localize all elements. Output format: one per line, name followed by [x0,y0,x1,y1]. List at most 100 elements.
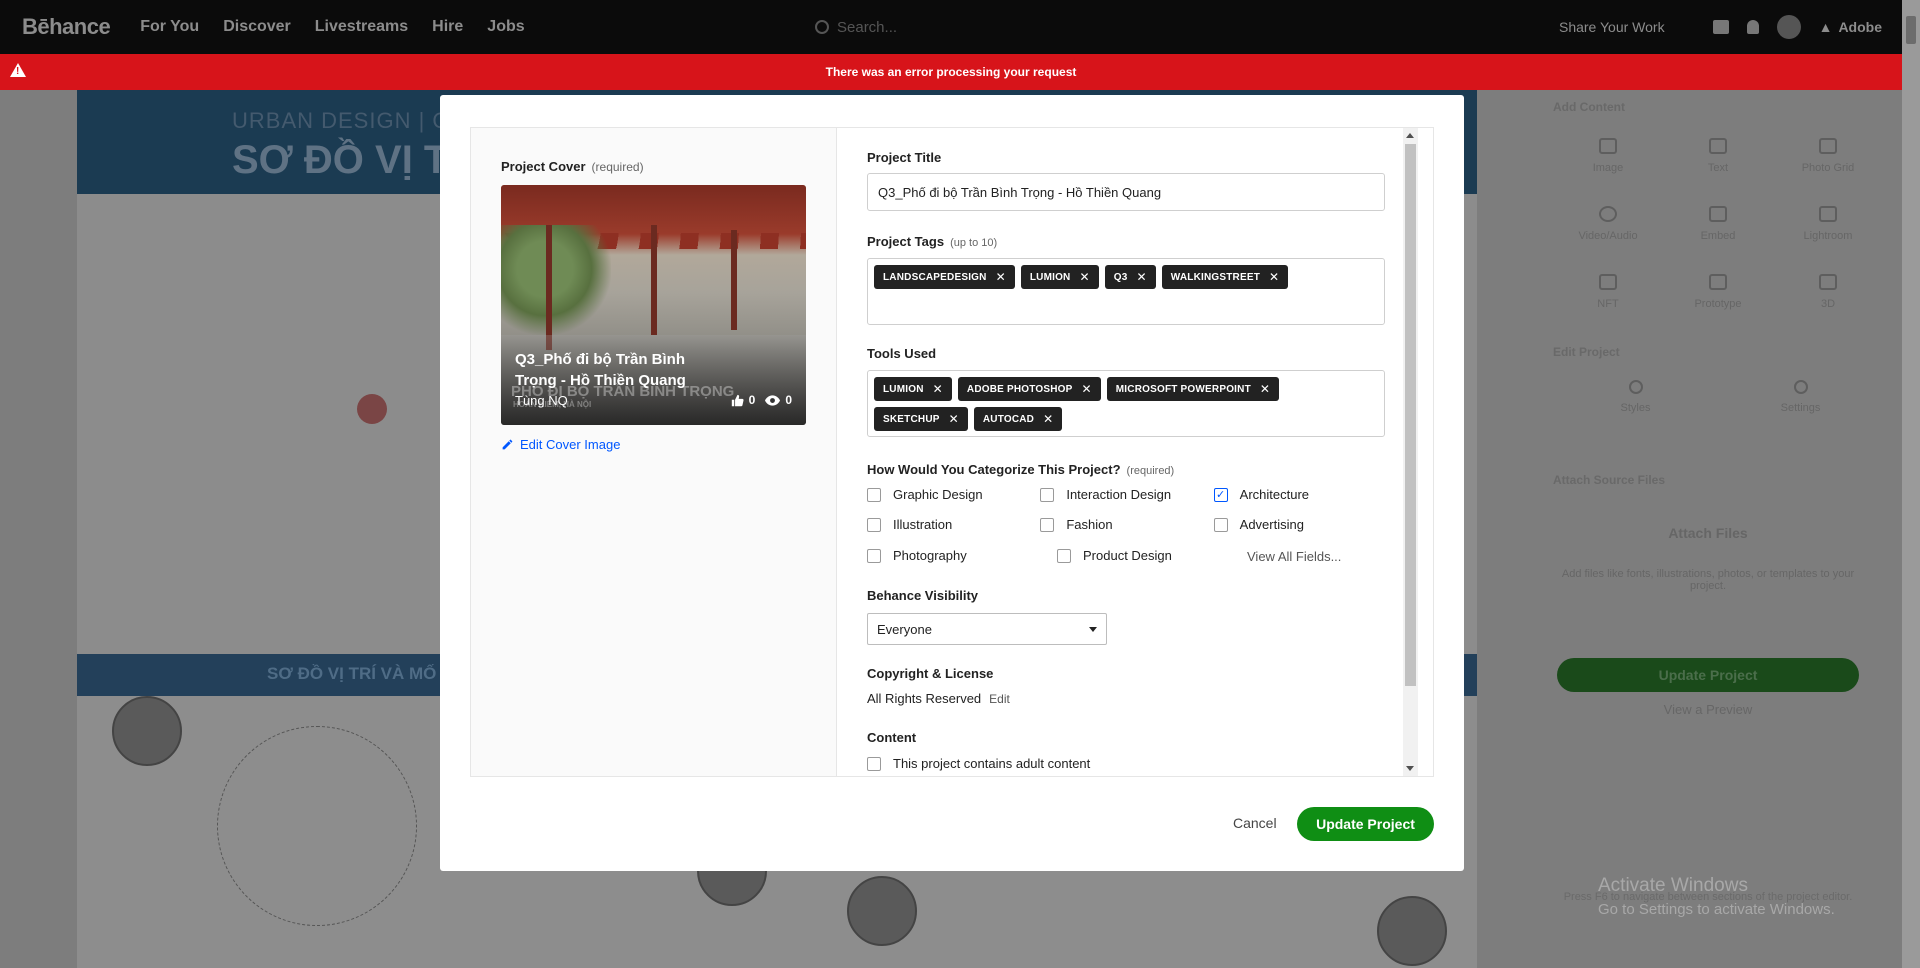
category-required: (required) [1126,465,1175,477]
lightroom-icon [1819,206,1837,222]
checkbox[interactable] [1040,517,1055,532]
category-label-text: How Would You Categorize This Project? [867,462,1121,477]
remove-tag-icon[interactable]: ✕ [1269,270,1279,284]
checkbox-checked[interactable]: ✓ [1213,487,1228,502]
checkbox[interactable] [867,487,881,502]
tool-chip: AUTOCAD ✕ [973,407,1063,431]
remove-tag-icon[interactable]: ✕ [1137,270,1147,284]
tool-photo-grid[interactable]: Photo Grid [1773,138,1883,174]
behance-logo[interactable]: Bēhance [22,14,111,40]
project-cover-label: Project Cover (required) [501,158,644,176]
tool-prototype[interactable]: Prototype [1663,274,1773,310]
remove-tag-icon[interactable]: ✕ [1079,270,1089,284]
project-cover-image[interactable]: PHỐ ĐI BỘ TRẦN BÌNH TRỌNG HOÀN KIẾM, HÀ … [501,185,806,425]
checkbox[interactable] [1213,517,1228,532]
scroll-up-icon[interactable] [1406,133,1414,138]
checkbox[interactable] [1057,548,1071,563]
form-scrollbar[interactable] [1403,128,1418,776]
edit-license-link[interactable]: Edit [989,692,1010,706]
banner-subtitle: URBAN DESIGN | Q3 [232,108,464,133]
nav-link-discover[interactable]: Discover [223,18,291,36]
view-all-fields-link[interactable]: View All Fields... [1247,549,1341,564]
search-input[interactable]: Search... [815,15,1135,39]
checkbox[interactable] [867,548,881,563]
category-architecture[interactable]: ✓ Architecture [1213,487,1387,502]
tool-label: 3D [1820,298,1836,310]
nav-link-livestreams[interactable]: Livestreams [315,18,408,36]
attach-source-heading: Attach Source Files [1553,473,1666,487]
tool-3d[interactable]: 3D [1773,274,1883,310]
tool-embed[interactable]: Embed [1663,206,1773,242]
avatar[interactable] [1776,15,1801,39]
category-graphic-design[interactable]: Graphic Design [867,487,1040,502]
nav-link-jobs[interactable]: Jobs [487,18,524,36]
tool-text[interactable]: Text [1663,138,1773,174]
gear-icon [1793,380,1808,394]
tools-used-label: Tools Used [867,346,937,361]
category-illustration[interactable]: Illustration [867,517,1040,532]
remove-tool-icon[interactable]: ✕ [1260,382,1270,396]
page-scrollbar-thumb[interactable] [1906,16,1916,44]
notifications-icon[interactable] [1746,20,1759,34]
content-tools-row: Image Text Photo Grid [1553,138,1883,174]
update-project-button[interactable]: Update Project [1297,807,1434,841]
scroll-down-icon[interactable] [1406,766,1414,771]
error-message: There was an error processing your reque… [825,65,1077,79]
tool-label: Embed [1700,230,1736,242]
project-title-input[interactable]: Q3_Phố đi bộ Trần Bình Trọng - Hồ Thiền … [867,173,1385,211]
remove-tool-icon[interactable]: ✕ [1043,412,1053,426]
messages-icon[interactable] [1712,20,1729,34]
tool-settings[interactable]: Settings [1718,380,1883,414]
site-photo-circle [112,696,182,766]
share-work-link[interactable]: Share Your Work [1559,19,1665,35]
checkbox[interactable] [1040,487,1055,502]
attach-files-description: Add files like fonts, illustrations, pho… [1561,568,1855,592]
nav-link-hire[interactable]: Hire [432,18,463,36]
side-update-project-button[interactable]: Update Project [1557,658,1859,692]
tool-image[interactable]: Image [1553,138,1663,174]
cover-column: Project Cover (required) PHỐ ĐI BỘ TRẦN B… [471,128,837,776]
play-icon [1599,206,1617,222]
add-content-heading: Add Content [1553,100,1625,114]
tag-label: LANDSCAPEDESIGN [883,271,987,283]
category-product-design[interactable]: Product Design [1057,547,1247,564]
attach-files-button[interactable]: Attach Files [1557,525,1859,541]
nav-link-for-you[interactable]: For You [140,18,199,36]
tool-lightroom[interactable]: Lightroom [1773,206,1883,242]
edit-cover-image-link[interactable]: Edit Cover Image [501,437,620,452]
tool-video-audio[interactable]: Video/Audio [1553,206,1663,242]
remove-tool-icon[interactable]: ✕ [933,382,943,396]
tool-label: Styles [1620,402,1651,414]
tools-used-input[interactable]: LUMION ✕ ADOBE PHOTOSHOP ✕ MICROSOFT POWER… [867,370,1385,437]
project-tags-input[interactable]: LANDSCAPEDESIGN ✕ LUMION ✕ Q3 ✕ WALKINGSTRE… [867,258,1385,325]
tag-label: LUMION [1029,271,1071,283]
form-scrollbar-thumb[interactable] [1405,144,1416,686]
nft-icon [1599,274,1617,290]
view-preview-link[interactable]: View a Preview [1557,702,1859,717]
tool-label: Video/Audio [1578,230,1638,242]
activate-windows-watermark: Activate Windows Go to Settings to activ… [1598,875,1835,918]
checkbox[interactable] [867,517,881,532]
checkbox[interactable] [867,756,881,771]
category-row: Graphic Design Interaction Design ✓ Archi… [867,487,1387,502]
category-advertising[interactable]: Advertising [1213,517,1387,532]
remove-tool-icon[interactable]: ✕ [1082,382,1092,396]
category-label: Graphic Design [893,487,983,502]
copyright-value: All Rights Reserved Edit [867,691,1010,706]
site-photo-circle [1377,896,1447,966]
remove-tag-icon[interactable]: ✕ [996,270,1006,284]
category-fashion[interactable]: Fashion [1040,517,1213,532]
visibility-select[interactable]: Everyone [867,613,1107,645]
activate-subtitle: Go to Settings to activate Windows. [1598,901,1835,918]
adult-content-checkbox[interactable]: This project contains adult content [867,756,1267,771]
edit-cover-label: Edit Cover Image [520,437,621,452]
remove-tool-icon[interactable]: ✕ [949,412,959,426]
page-scrollbar[interactable] [1902,0,1920,968]
cancel-button[interactable]: Cancel [1233,815,1277,831]
category-photography[interactable]: Photography [867,547,1057,564]
category-interaction-design[interactable]: Interaction Design [1040,487,1213,502]
adobe-link[interactable]: ▲ Adobe [1819,19,1882,35]
tool-styles[interactable]: Styles [1553,380,1718,414]
tool-nft[interactable]: NFT [1553,274,1663,310]
tool-chip: SKETCHUP ✕ [874,407,968,431]
